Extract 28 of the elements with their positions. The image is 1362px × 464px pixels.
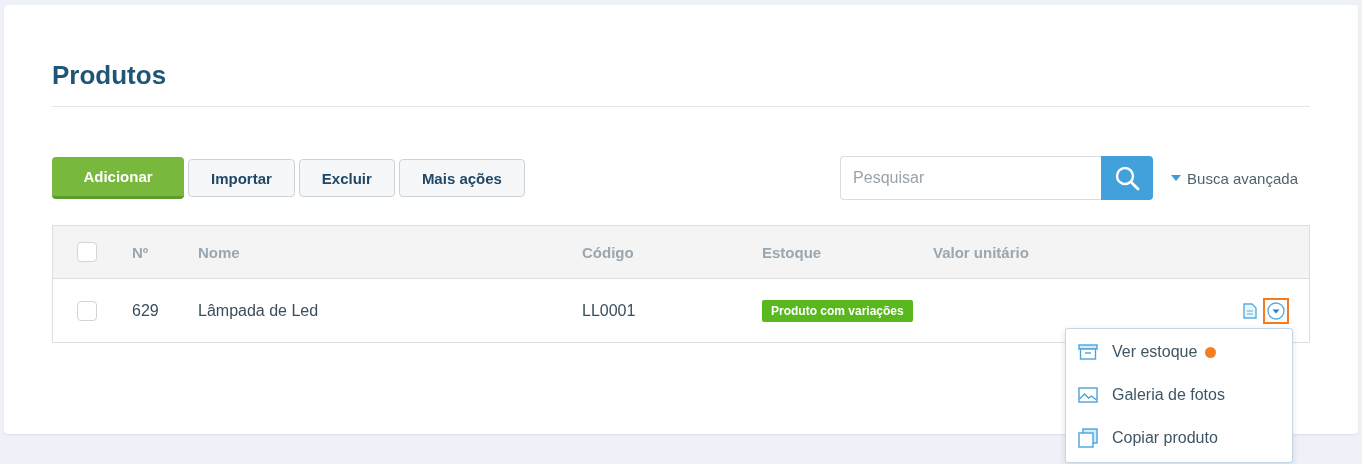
menu-item[interactable]: Ver estoque [1066,330,1292,374]
caret-icon [1171,175,1182,181]
column-header: Estoque [762,243,822,261]
search-button[interactable] [1101,156,1154,200]
table-cell: 629 [132,301,159,320]
document-icon[interactable] [1243,302,1257,319]
checkbox[interactable] [77,242,97,262]
search-field[interactable]: Pesquisar [840,156,1102,200]
checkbox[interactable] [77,300,97,321]
stock-tag: Produto com variações [762,299,913,322]
page-title: Produtos [52,59,167,92]
toolbar-button[interactable]: Mais ações [398,159,525,197]
image-icon [1078,387,1098,403]
column-header: Código [582,243,634,261]
table-cell: Lâmpada de Led [198,301,319,320]
column-header: Valor unitário [933,243,1029,261]
advanced-search-link[interactable]: Busca avançada [1171,169,1298,187]
toolbar-button[interactable]: Excluir [298,159,395,197]
column-header: Nº [132,243,149,261]
menu-item[interactable]: Copiar produto [1066,416,1292,460]
box-icon [1078,344,1098,360]
table-cell: LL0001 [582,301,636,320]
column-header: Nome [198,243,240,261]
dropdown-toggle[interactable] [1263,297,1289,324]
copy-icon [1078,428,1098,448]
menu-item[interactable]: Galeria de fotos [1066,373,1292,417]
toolbar-button[interactable]: Importar [188,159,295,197]
search-icon [1114,165,1141,191]
